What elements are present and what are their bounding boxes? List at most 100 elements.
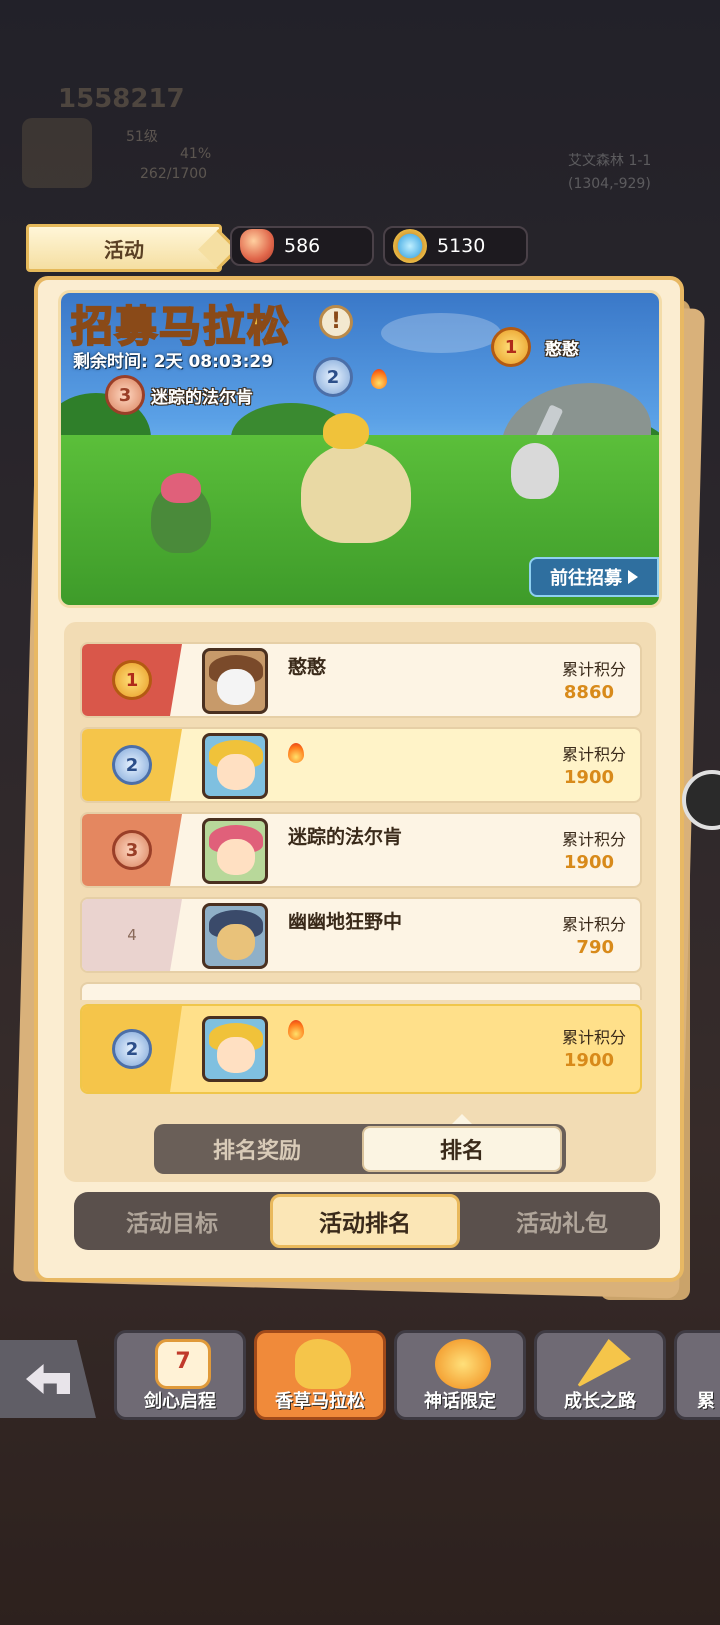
- rank-cell: 2: [82, 729, 182, 801]
- points-label: 累计积分: [561, 915, 626, 934]
- rank-1-badge: 1: [112, 660, 152, 700]
- points-value: 1900: [563, 1050, 614, 1071]
- bottom-tab-label: 香草马拉松: [275, 1391, 365, 1412]
- calendar-day: 7: [175, 1349, 191, 1374]
- tab-caret: [452, 1114, 472, 1124]
- bg-power-score: 1558217: [58, 84, 185, 114]
- player-name: 幽幽地狂野中: [288, 911, 403, 933]
- bottom-tab-growth-road[interactable]: 成长之路: [534, 1330, 666, 1420]
- bg-player-level: 51级: [126, 129, 158, 145]
- avatar-face: [217, 924, 255, 960]
- mounted-hero: [301, 443, 411, 543]
- ruby-amount: 586: [284, 235, 321, 257]
- rank-number: 1: [125, 669, 139, 691]
- ranking-row-partial: [80, 982, 642, 1000]
- fire-icon: [288, 1020, 304, 1040]
- star-currency[interactable]: 5130: [383, 226, 528, 266]
- bottom-tab-vanilla-marathon[interactable]: 香草马拉松: [254, 1330, 386, 1420]
- avatar-face: [217, 839, 255, 875]
- rank-3-badge: 3: [112, 830, 152, 870]
- avatar[interactable]: [202, 903, 268, 969]
- tab-event-gift-pack[interactable]: 活动礼包: [464, 1192, 660, 1250]
- mythic-orb-icon: [435, 1339, 491, 1389]
- rank-cell: 3: [82, 814, 182, 886]
- avatar[interactable]: [202, 1016, 268, 1082]
- tab-ranking[interactable]: 排名: [362, 1126, 562, 1172]
- bottom-tab-sword-journey[interactable]: 7 剑心启程: [114, 1330, 246, 1420]
- rank-2-badge: 2: [112, 1029, 152, 1069]
- tab-ranking-rewards[interactable]: 排名奖励: [154, 1124, 360, 1174]
- bg-exp-percent: 41%: [180, 146, 212, 162]
- avatar-face: [217, 1037, 255, 1073]
- bottom-tab-label: 剑心启程: [144, 1391, 216, 1412]
- bg-exp-value: 262/1700: [140, 166, 208, 182]
- my-ranking-row[interactable]: 2 累计积分 1900: [80, 1004, 642, 1094]
- archer-hair: [161, 473, 201, 503]
- points-label: 累计积分: [561, 830, 626, 849]
- rank-cell: 1: [82, 644, 182, 716]
- fire-icon: [371, 369, 387, 389]
- bg-coords: (1304,-929): [568, 176, 651, 192]
- rank-3-number: 3: [118, 384, 132, 406]
- go-recruit-button[interactable]: 前往招募: [529, 557, 659, 597]
- rank-3-name: 迷踪的法尔肯: [151, 388, 253, 408]
- rank-number: 2: [125, 1038, 139, 1060]
- event-banner: 招募马拉松 ! 剩余时间: 2天 08:03:29 3 迷踪的法尔肯 2 1 憨…: [58, 290, 662, 608]
- remaining-time: 剩余时间: 2天 08:03:29: [73, 352, 274, 372]
- rank-1-name: 憨憨: [545, 340, 579, 360]
- ranking-row[interactable]: 2 累计积分 1900: [80, 727, 642, 803]
- ranking-row[interactable]: 3 迷踪的法尔肯 累计积分 1900: [80, 812, 642, 888]
- go-recruit-label: 前往招募: [550, 568, 622, 589]
- rank-cell: 4: [82, 899, 182, 971]
- rank-3-badge: 3: [105, 375, 145, 415]
- rank-1-number: 1: [504, 336, 518, 358]
- bottom-tab-label: 累: [697, 1391, 715, 1412]
- rank-number: 4: [127, 926, 137, 944]
- avatar[interactable]: [202, 818, 268, 884]
- avatar-face: [217, 754, 255, 790]
- ruby-gem-icon: [240, 229, 274, 263]
- points-value: 8860: [563, 682, 614, 703]
- event-main-tabs: 活动目标 活动排名 活动礼包: [74, 1192, 660, 1250]
- activity-header-label: 活动: [104, 237, 144, 262]
- ranking-subtab-toggle: 排名奖励 排名: [154, 1124, 566, 1174]
- points-label: 累计积分: [561, 745, 626, 764]
- star-coin-icon: [393, 229, 427, 263]
- event-title: 招募马拉松: [70, 301, 292, 352]
- rank-number: 3: [125, 839, 139, 861]
- points-label: 累计积分: [561, 660, 626, 679]
- tab-event-goals[interactable]: 活动目标: [74, 1192, 270, 1250]
- points-label: 累计积分: [561, 1028, 626, 1047]
- horse-icon: [295, 1339, 351, 1389]
- play-arrow-icon: [628, 570, 638, 584]
- info-button[interactable]: !: [319, 305, 353, 339]
- bottom-tab-partial[interactable]: 累: [674, 1330, 720, 1420]
- rank-2-badge: 2: [112, 745, 152, 785]
- rank-2-number: 2: [326, 366, 340, 388]
- points-value: 1900: [563, 767, 614, 788]
- rank-2-badge: 2: [313, 357, 353, 397]
- avatar[interactable]: [202, 648, 268, 714]
- ranking-row[interactable]: 4 幽幽地狂野中 累计积分 790: [80, 897, 642, 973]
- points-value: 790: [576, 937, 614, 958]
- fire-icon: [288, 743, 304, 763]
- tab-event-ranking[interactable]: 活动排名: [270, 1194, 460, 1248]
- rank-cell: 2: [82, 1006, 182, 1092]
- rank-number: 2: [125, 754, 139, 776]
- mounted-hero-hair: [323, 413, 369, 449]
- bottom-tab-label: 成长之路: [564, 1391, 636, 1412]
- bottom-tab-mythic-limited[interactable]: 神话限定: [394, 1330, 526, 1420]
- star-amount: 5130: [437, 235, 486, 257]
- back-arrow-icon: [26, 1364, 70, 1394]
- rank-1-badge: 1: [491, 327, 531, 367]
- avatar[interactable]: [202, 733, 268, 799]
- ranking-row[interactable]: 1 憨憨 累计积分 8860: [80, 642, 642, 718]
- bg-location: 艾文森林 1-1: [568, 153, 652, 169]
- bg-player-avatar: [22, 118, 92, 188]
- monk-hero: [511, 443, 559, 499]
- ruby-currency[interactable]: 586: [230, 226, 374, 266]
- activity-header-tab: 活动: [26, 224, 222, 272]
- party-popper-icon: [575, 1339, 631, 1389]
- cloud: [381, 313, 501, 353]
- calendar-check-icon: 7: [155, 1339, 211, 1389]
